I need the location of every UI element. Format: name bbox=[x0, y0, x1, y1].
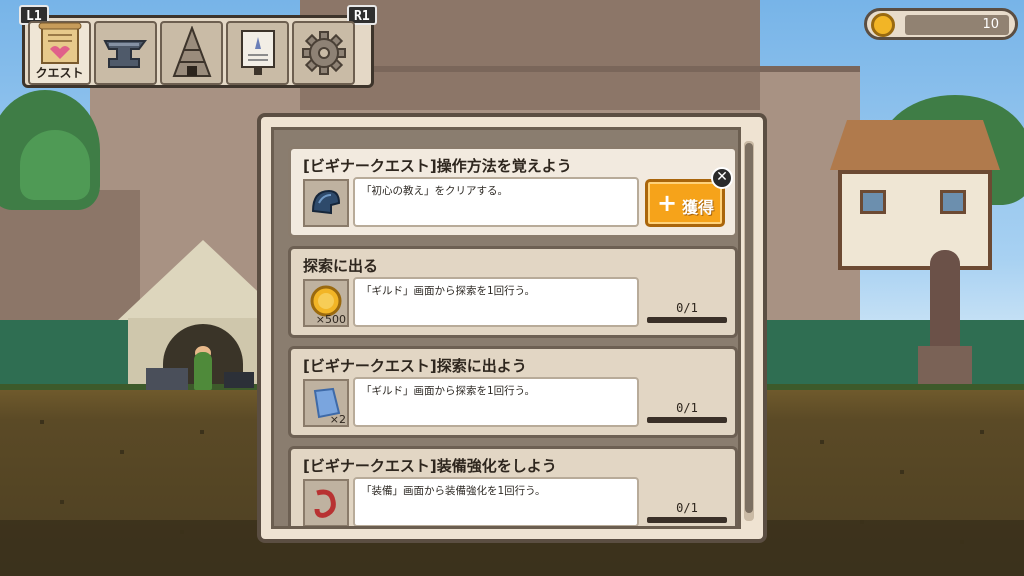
menu-quest-label: クエスト bbox=[35, 66, 84, 80]
tower-icon bbox=[172, 26, 211, 77]
menu-notice-board[interactable] bbox=[226, 21, 289, 85]
blue-helmet-icon bbox=[311, 189, 341, 215]
quest-reward bbox=[303, 479, 349, 526]
tree bbox=[20, 130, 90, 200]
scroll-thumb[interactable] bbox=[745, 143, 753, 513]
coin-amount: 10 bbox=[905, 15, 1009, 35]
anvil-icon bbox=[102, 40, 147, 68]
menu-smithy[interactable] bbox=[94, 21, 157, 85]
quest-scrollbar[interactable] bbox=[744, 141, 754, 521]
game-scene: L1 R1 クエスト 10 [ビギナークエスト]操作方法を覚えよう 「初心の教え… bbox=[0, 0, 1024, 576]
quest-item[interactable]: 探索に出る ×500 「ギルド」画面から探索を1回行う。 0/1 bbox=[288, 246, 738, 338]
hedge bbox=[760, 320, 1024, 390]
quest-progress: 0/1 bbox=[676, 401, 698, 415]
progress-bar bbox=[647, 517, 727, 523]
quest-reward: ×2 bbox=[303, 379, 349, 427]
menu-tower[interactable] bbox=[160, 21, 223, 85]
quest-description: 「初心の教え」をクリアする。 bbox=[353, 177, 639, 227]
reward-quantity: ×2 bbox=[329, 413, 346, 426]
red-ring-icon bbox=[314, 489, 336, 518]
blacksmith-npc[interactable] bbox=[146, 346, 256, 392]
quest-description: 「装備」画面から装備強化を1回行う。 bbox=[353, 477, 639, 526]
coin-counter: 10 bbox=[864, 8, 1018, 40]
quest-item[interactable]: [ビギナークエスト]探索に出よう ×2 「ギルド」画面から探索を1回行う。 0/… bbox=[288, 346, 738, 438]
quest-description: 「ギルド」画面から探索を1回行う。 bbox=[353, 377, 639, 427]
quest-title: [ビギナークエスト]装備強化をしよう bbox=[303, 457, 557, 475]
coin-icon bbox=[871, 13, 895, 37]
statue bbox=[918, 250, 972, 390]
gear-icon bbox=[301, 31, 346, 75]
quest-title: [ビギナークエスト]操作方法を覚えよう bbox=[303, 157, 572, 175]
main-menu-bar: L1 R1 クエスト bbox=[19, 5, 377, 88]
menu-settings[interactable] bbox=[292, 21, 355, 85]
quest-reward: ×500 bbox=[303, 279, 349, 327]
quest-title: 探索に出る bbox=[303, 257, 379, 275]
menu-quest[interactable]: クエスト bbox=[28, 21, 91, 85]
plus-icon: + bbox=[656, 189, 678, 217]
reward-quantity: ×500 bbox=[315, 313, 346, 326]
x-button-hint-icon: ✕ bbox=[711, 167, 733, 189]
quest-scroll-icon bbox=[38, 22, 81, 64]
progress-bar bbox=[647, 317, 727, 323]
notice-board-icon bbox=[240, 30, 275, 75]
quest-item[interactable]: [ビギナークエスト]装備強化をしよう 「装備」画面から装備強化を1回行う。 0/… bbox=[288, 446, 738, 526]
village-house bbox=[830, 120, 1000, 270]
quest-progress: 0/1 bbox=[676, 301, 698, 315]
quest-list[interactable]: [ビギナークエスト]操作方法を覚えよう 「初心の教え」をクリアする。 + 獲得 … bbox=[271, 127, 741, 529]
claim-label: 獲得 bbox=[682, 198, 715, 217]
quest-panel: [ビギナークエスト]操作方法を覚えよう 「初心の教え」をクリアする。 + 獲得 … bbox=[257, 113, 767, 543]
claim-reward-button[interactable]: + 獲得 bbox=[645, 179, 725, 227]
quest-description: 「ギルド」画面から探索を1回行う。 bbox=[353, 277, 639, 327]
quest-progress: 0/1 bbox=[676, 501, 698, 515]
quest-reward bbox=[303, 179, 349, 227]
progress-bar bbox=[647, 417, 727, 423]
quest-item[interactable]: [ビギナークエスト]操作方法を覚えよう 「初心の教え」をクリアする。 + 獲得 … bbox=[288, 146, 738, 238]
quest-title: [ビギナークエスト]探索に出よう bbox=[303, 357, 527, 375]
